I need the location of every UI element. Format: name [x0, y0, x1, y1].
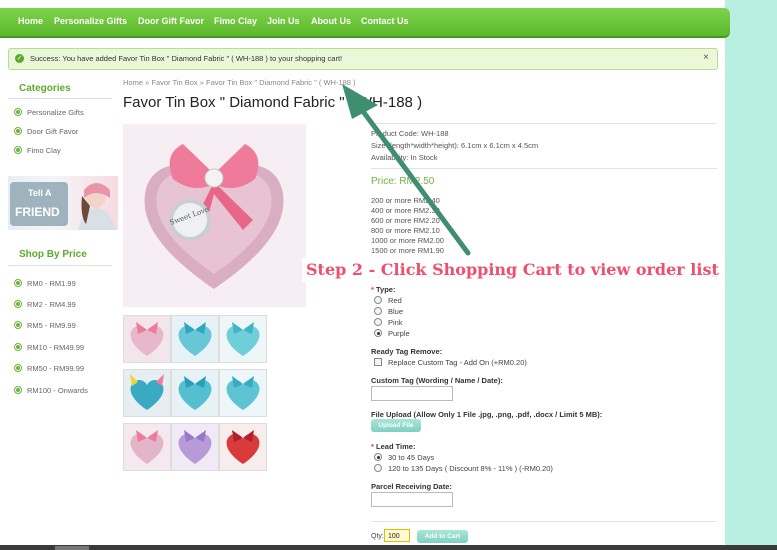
- taskbar: [0, 545, 777, 550]
- taskbar-button[interactable]: [55, 546, 89, 550]
- step-2-annotation: Step 2 - Click Shopping Cart to view ord…: [302, 258, 719, 282]
